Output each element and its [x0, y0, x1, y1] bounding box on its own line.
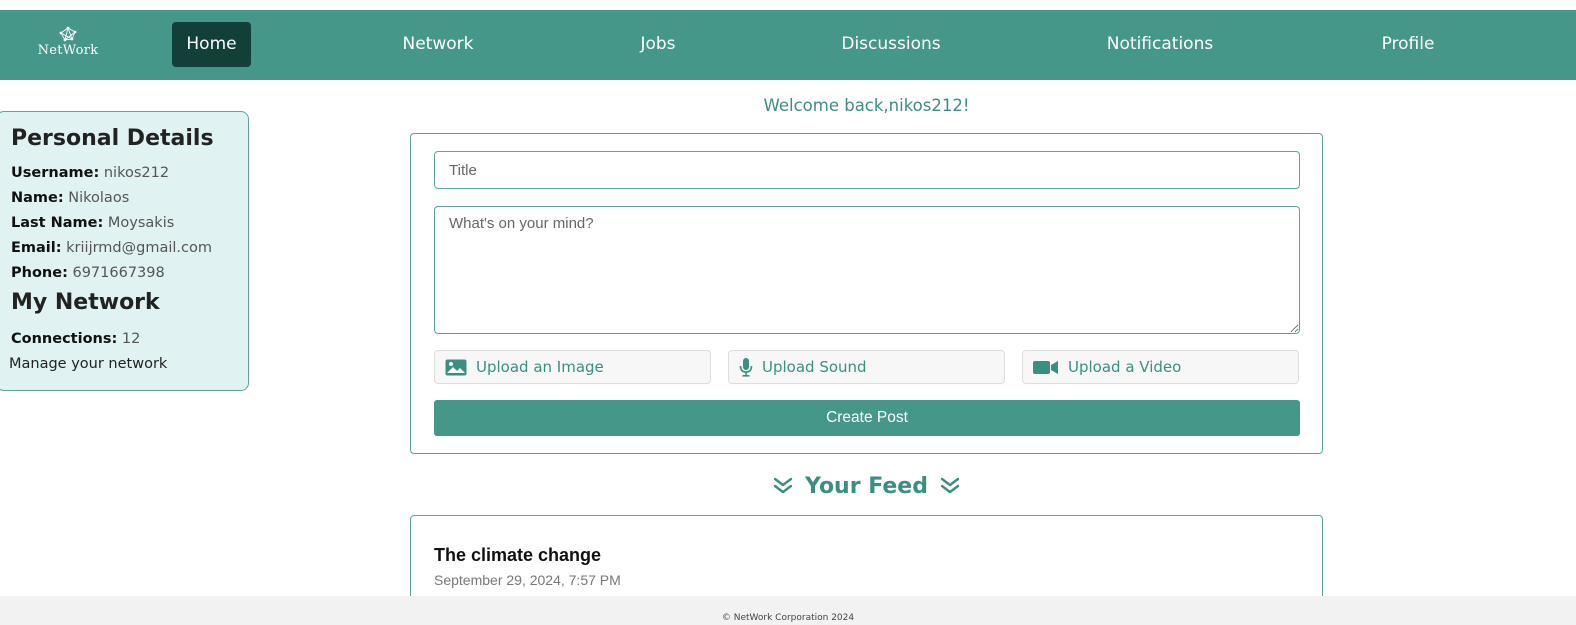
footer: © NetWork Corporation 2024	[0, 596, 1576, 625]
manage-network-link[interactable]: Manage your network	[9, 352, 248, 377]
nav-home[interactable]: Home	[172, 22, 251, 67]
microphone-icon	[739, 357, 753, 377]
lastname-label: Last Name:	[11, 215, 104, 231]
connections-label: Connections:	[11, 331, 118, 347]
connections-value: 12	[121, 331, 141, 347]
upload-sound-button[interactable]: Upload Sound	[728, 350, 1005, 384]
nav-notifications[interactable]: Notifications	[1090, 22, 1230, 67]
personal-details-heading: Personal Details	[11, 126, 214, 151]
upload-video-label: Upload a Video	[1068, 358, 1182, 376]
nav-network[interactable]: Network	[388, 22, 488, 67]
double-chevron-down-icon	[940, 477, 960, 494]
username-label: Username:	[11, 165, 100, 181]
email-value: kriijrmd@gmail.com	[66, 240, 212, 256]
phone-row: Phone: 6971667398	[11, 261, 248, 286]
logo[interactable]: NetWork	[26, 26, 110, 66]
create-post-button[interactable]: Create Post	[434, 400, 1300, 436]
post-title-input[interactable]	[434, 151, 1300, 189]
phone-label: Phone:	[11, 265, 68, 281]
connections-row: Connections: 12	[11, 327, 248, 352]
nav-profile[interactable]: Profile	[1366, 22, 1450, 67]
name-row: Name: Nikolaos	[11, 186, 248, 211]
image-icon	[445, 359, 467, 375]
network-logo-icon	[59, 26, 77, 42]
username-row: Username: nikos212	[11, 161, 248, 186]
email-label: Email:	[11, 240, 62, 256]
your-feed-label: Your Feed	[805, 473, 928, 499]
my-network-heading: My Network	[11, 290, 160, 315]
name-label: Name:	[11, 190, 64, 206]
personal-details-panel: Personal Details Username: nikos212 Name…	[0, 111, 249, 391]
nav-discussions[interactable]: Discussions	[820, 22, 962, 67]
video-camera-icon	[1033, 360, 1058, 374]
your-feed-heading: Your Feed	[410, 470, 1323, 502]
phone-value: 6971667398	[72, 265, 165, 281]
name-value: Nikolaos	[68, 190, 130, 206]
double-chevron-down-icon	[773, 477, 793, 494]
post-body-textarea[interactable]	[434, 206, 1300, 334]
lastname-row: Last Name: Moysakis	[11, 211, 248, 236]
upload-image-label: Upload an Image	[476, 358, 604, 376]
create-post-card: Upload an Image Upload Sound Upload a Vi…	[410, 133, 1323, 454]
email-row: Email: kriijrmd@gmail.com	[11, 236, 248, 261]
top-navbar: NetWork Home Network Jobs Discussions No…	[0, 10, 1576, 80]
nav-jobs[interactable]: Jobs	[620, 22, 696, 67]
lastname-value: Moysakis	[107, 215, 175, 231]
post-timestamp: September 29, 2024, 7:57 PM	[434, 572, 621, 588]
upload-sound-label: Upload Sound	[762, 358, 867, 376]
username-value: nikos212	[103, 165, 170, 181]
logo-text: NetWork	[37, 43, 99, 58]
upload-video-button[interactable]: Upload a Video	[1022, 350, 1299, 384]
post-title: The climate change	[434, 545, 602, 565]
welcome-message: Welcome back,nikos212!	[763, 96, 970, 115]
upload-image-button[interactable]: Upload an Image	[434, 350, 711, 384]
